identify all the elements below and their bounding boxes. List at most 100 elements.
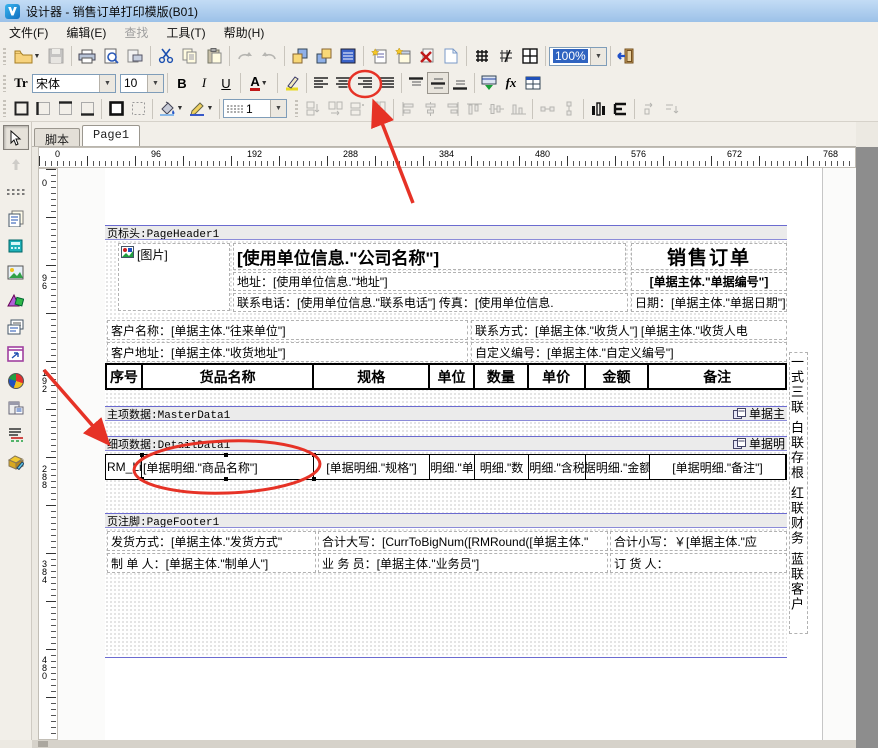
layout-order-button[interactable] <box>609 98 631 120</box>
subreport-tool[interactable] <box>3 341 29 366</box>
select-tool[interactable] <box>3 125 29 150</box>
band-master-data[interactable]: 主项数据:MasterData1 单据主 <box>105 406 787 421</box>
cut-button[interactable] <box>154 44 178 68</box>
item-table-header[interactable]: 序号 货品名称 规格 单位 数量 单价 金额 备注 <box>105 363 787 390</box>
selection-handle[interactable] <box>312 477 316 481</box>
report-page[interactable]: 页标头:PageHeader1 [图片] [使用单位信息."公司名称"] 销售订… <box>105 168 823 740</box>
insert-field-button[interactable] <box>478 72 500 94</box>
band-page-footer[interactable]: 页注脚:PageFooter1 <box>105 513 787 528</box>
orderer-field[interactable]: 订 货 人： <box>610 553 787 573</box>
richtext-tool[interactable] <box>3 314 29 339</box>
border-bottom-button[interactable] <box>76 98 98 120</box>
zoom-dropdown-arrow[interactable]: ▼ <box>590 48 606 65</box>
font-size-dropdown-arrow[interactable]: ▼ <box>147 75 163 92</box>
delete-page-button[interactable] <box>415 44 439 68</box>
grid-button[interactable] <box>470 44 494 68</box>
toolbar-grip[interactable] <box>3 100 6 117</box>
detail-qty-cell[interactable]: 明细."数 <box>475 455 529 479</box>
band-tool[interactable] <box>3 179 29 204</box>
selection-handle[interactable] <box>312 453 316 457</box>
detail-unit-cell[interactable]: 明细."单 <box>430 455 475 479</box>
selection-handle[interactable] <box>224 453 228 457</box>
total-num-field[interactable]: 合计小写：￥[单据主体."应 <box>610 531 787 551</box>
total-caps-field[interactable]: 合计大写：[CurrToBigNum([RMRound([单据主体." <box>318 531 608 551</box>
line-width-select[interactable]: 1 ▼ <box>223 99 287 118</box>
detail-name-cell[interactable]: [单据明细."商品名称"] <box>142 455 314 479</box>
toolbar-grip[interactable] <box>3 75 6 92</box>
after-footer-area[interactable] <box>105 580 787 657</box>
col-name[interactable]: 货品名称 <box>143 365 314 388</box>
menu-file[interactable]: 文件(F) <box>0 22 57 43</box>
align-left-button[interactable] <box>310 72 332 94</box>
valign-top-button[interactable] <box>405 72 427 94</box>
print-preview-button[interactable] <box>99 44 123 68</box>
address-field[interactable]: 地址：[使用单位信息."地址"] <box>233 272 626 291</box>
same-size-button[interactable] <box>587 98 609 120</box>
horizontal-scrollbar[interactable] <box>32 740 856 748</box>
font-color-button[interactable]: A ▼ <box>244 72 274 94</box>
band-detail-data[interactable]: 细项数据:DetailData1 单据明 <box>105 436 787 451</box>
bring-to-front-button[interactable] <box>288 44 312 68</box>
new-report-button[interactable] <box>367 44 391 68</box>
toolbar-grip[interactable] <box>295 100 298 117</box>
doc-title-field[interactable]: 销售订单 <box>631 243 787 270</box>
maker-field[interactable]: 制 单 人：[单据主体."制单人"] <box>107 553 316 573</box>
band-master-area[interactable] <box>105 421 787 436</box>
scrollbar-thumb[interactable] <box>38 741 48 747</box>
menu-edit[interactable]: 编辑(E) <box>57 22 115 43</box>
send-to-back-button[interactable] <box>312 44 336 68</box>
col-qty[interactable]: 数量 <box>475 365 529 388</box>
ole-object-tool[interactable] <box>3 395 29 420</box>
col-seq[interactable]: 序号 <box>107 365 143 388</box>
doc-no-field[interactable]: [单据主体."单据编号"] <box>631 272 787 291</box>
date-field[interactable]: 日期：[单据主体."单据日期"] <box>631 293 787 312</box>
function-button[interactable]: fx <box>500 72 522 94</box>
col-amount[interactable]: 金额 <box>586 365 650 388</box>
detail-note-cell[interactable]: [单据明细."备注"] <box>650 455 786 479</box>
menu-tools[interactable]: 工具(T) <box>157 22 214 43</box>
customer-addr-field[interactable]: 客户地址：[单据主体."收货地址"] <box>107 342 468 362</box>
custom-no-field[interactable]: 自定义编号：[单据主体."自定义编号"] <box>471 342 787 362</box>
underline-button[interactable]: U <box>215 72 237 94</box>
paste-button[interactable] <box>202 44 226 68</box>
shape-tool[interactable] <box>3 287 29 312</box>
zoom-select[interactable]: 100% ▼ <box>549 47 607 66</box>
text-tool[interactable] <box>3 206 29 231</box>
print-button[interactable] <box>75 44 99 68</box>
toolbar-grip[interactable] <box>3 48 6 65</box>
font-size-select[interactable]: 10 ▼ <box>120 74 164 93</box>
selection-handle[interactable] <box>140 453 144 457</box>
selection-handle[interactable] <box>224 477 228 481</box>
fill-color-button[interactable]: ▼ <box>156 98 186 120</box>
border-none-button[interactable] <box>127 98 149 120</box>
field-tool[interactable] <box>3 233 29 258</box>
copy-button[interactable] <box>178 44 202 68</box>
font-name-dropdown-arrow[interactable]: ▼ <box>99 75 115 92</box>
company-name-field[interactable]: [使用单位信息."公司名称"] <box>233 243 626 270</box>
design-canvas[interactable]: 页标头:PageHeader1 [图片] [使用单位信息."公司名称"] 销售订… <box>58 168 856 740</box>
ship-method-field[interactable]: 发货方式：[单据主体."发货方式" <box>107 531 316 551</box>
align-justify-button[interactable] <box>376 72 398 94</box>
border-left-button[interactable] <box>32 98 54 120</box>
customer-name-field[interactable]: 客户名称：[单据主体."往来单位"] <box>107 320 468 340</box>
draw-tool[interactable] <box>3 449 29 474</box>
tab-page1[interactable]: Page1 <box>82 125 140 146</box>
menu-help[interactable]: 帮助(H) <box>215 22 274 43</box>
tab-script[interactable]: 脚本 <box>34 128 80 146</box>
bold-button[interactable]: B <box>171 72 193 94</box>
align-center-button[interactable] <box>332 72 354 94</box>
col-price[interactable]: 单价 <box>529 365 586 388</box>
border-all-button[interactable] <box>105 98 127 120</box>
col-unit[interactable]: 单位 <box>430 365 475 388</box>
new-page-button[interactable] <box>391 44 415 68</box>
band-page-header[interactable]: 页标头:PageHeader1 <box>105 225 787 240</box>
font-button[interactable]: Tr <box>10 72 32 94</box>
col-spec[interactable]: 规格 <box>314 365 430 388</box>
col-note[interactable]: 备注 <box>649 365 785 388</box>
image-tool[interactable] <box>3 260 29 285</box>
border-outline-button[interactable] <box>10 98 32 120</box>
salesman-field[interactable]: 业 务 员：[单据主体."业务员"] <box>318 553 608 573</box>
align-right-button[interactable] <box>354 72 376 94</box>
print-setup-button[interactable] <box>123 44 147 68</box>
highlight-button[interactable] <box>281 72 303 94</box>
